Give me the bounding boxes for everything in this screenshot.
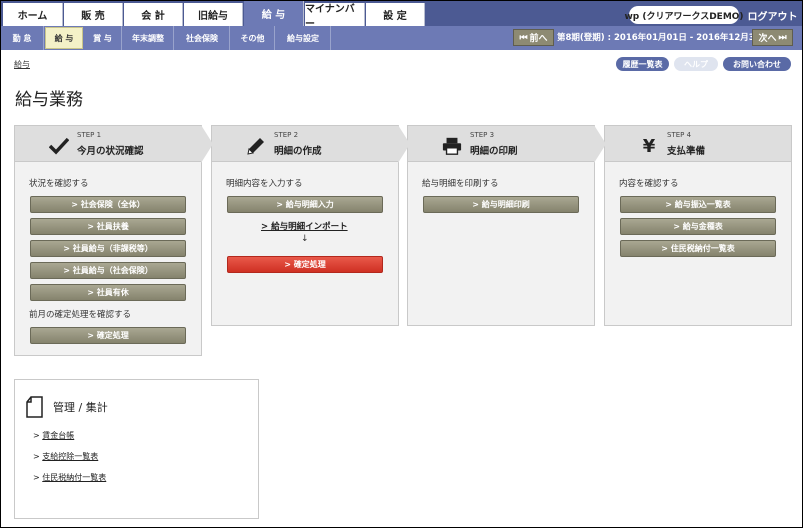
step-arrow	[201, 125, 213, 163]
subtab-year-end[interactable]: 年末調整	[123, 26, 174, 50]
salary-denomination-button[interactable]: > 給与金種表	[620, 218, 776, 235]
link-prefix: >	[33, 452, 43, 461]
step-title: 支払準備	[667, 146, 706, 157]
logout-link[interactable]: ログアウト	[745, 5, 800, 25]
subtab-other[interactable]: その他	[231, 26, 275, 50]
tab-home[interactable]: ホーム	[3, 3, 63, 26]
step-header: STEP 3 明細の印刷	[408, 125, 606, 163]
step-title: 明細の印刷	[470, 146, 518, 157]
prev-label: 前へ	[529, 34, 548, 44]
pencil-icon	[246, 136, 266, 156]
subtab-payroll[interactable]: 給 与	[45, 27, 83, 49]
step-number: STEP 3	[470, 131, 495, 139]
tab-sales[interactable]: 販 売	[64, 3, 123, 26]
contact-button[interactable]: お問い合わせ	[723, 57, 791, 71]
link-prefix: >	[33, 473, 43, 482]
confirm-process-button[interactable]: > 確定処理	[227, 256, 383, 273]
step-arrow	[594, 125, 606, 163]
step-title: 今月の状況確認	[77, 146, 144, 157]
yen-icon: ¥	[642, 135, 656, 157]
tab-settings[interactable]: 設 定	[366, 3, 425, 26]
step-number: STEP 1	[77, 131, 102, 139]
step-description: 明細内容を入力する	[226, 179, 303, 189]
down-arrow-icon: ↓	[301, 234, 309, 244]
tab-accounting[interactable]: 会 計	[124, 3, 183, 26]
link-label: 賃金台帳	[42, 431, 75, 440]
sub-nav: 勤 怠 給 与 賞 与 年末調整 社会保険 その他 給与設定 ⏮ 前へ 第8期(…	[1, 26, 802, 50]
payslip-import-link[interactable]: > 給与明細インポート	[261, 220, 348, 232]
subtab-social-insurance[interactable]: 社会保険	[175, 26, 230, 50]
step-description: 内容を確認する	[619, 179, 679, 189]
subtab-attendance[interactable]: 勤 怠	[1, 26, 44, 50]
employee-salary-tax-exempt-button[interactable]: > 社員給与（非課税等）	[30, 240, 186, 257]
step-card-4: ¥ STEP 4 支払準備 内容を確認する > 給与振込一覧表 > 給与金種表 …	[604, 125, 792, 326]
employee-paid-leave-button[interactable]: > 社員有休	[30, 284, 186, 301]
step-card-3: STEP 3 明細の印刷 給与明細を印刷する > 給与明細印刷	[407, 125, 606, 326]
next-label: 次へ	[758, 34, 777, 44]
tab-mynumber[interactable]: マイナンバー	[305, 3, 365, 30]
step-description: 状況を確認する	[29, 179, 89, 189]
top-nav: ホーム 販 売 会 計 旧給与 給 与 マイナンバー 設 定 wp (クリアワー…	[1, 1, 802, 30]
check-icon	[49, 136, 69, 156]
step-card-1: STEP 1 今月の状況確認 状況を確認する > 社会保険（全体） > 社員扶養…	[14, 125, 213, 356]
employee-salary-social-insurance-button[interactable]: > 社員給与（社会保険）	[30, 262, 186, 279]
step-arrow	[398, 125, 410, 163]
management-panel: 管理 / 集計 > 賃金台帳 > 支給控除一覧表 > 住民税納付一覧表	[14, 379, 259, 519]
tab-old-payroll[interactable]: 旧給与	[184, 3, 243, 26]
app-frame: ホーム 販 売 会 計 旧給与 給 与 マイナンバー 設 定 wp (クリアワー…	[0, 0, 803, 528]
link-prefix: >	[33, 431, 43, 440]
wage-ledger-link[interactable]: > 賃金台帳	[33, 430, 74, 441]
fiscal-period: 第8期(登期) : 2016年01月01日 - 2016年12月31日	[557, 33, 770, 43]
subtab-payroll-settings[interactable]: 給与設定	[276, 26, 331, 50]
company-badge[interactable]: wp (クリアワークスDEMO)	[624, 6, 744, 24]
prev-period-button[interactable]: ⏮ 前へ	[513, 29, 554, 46]
step-number: STEP 4	[667, 131, 692, 139]
next-period-button[interactable]: 次へ ⏭	[752, 29, 793, 46]
management-title: 管理 / 集計	[53, 401, 108, 414]
subtab-bonus[interactable]: 賞 与	[84, 26, 122, 50]
printer-icon	[442, 136, 462, 156]
payslip-input-button[interactable]: > 給与明細入力	[227, 196, 383, 213]
prev-month-confirm-button[interactable]: > 確定処理	[30, 327, 186, 344]
step-title: 明細の作成	[274, 146, 322, 157]
breadcrumb[interactable]: 給与	[14, 59, 30, 70]
tab-payroll[interactable]: 給 与	[244, 1, 304, 26]
document-icon	[26, 396, 43, 418]
step-header: ¥ STEP 4 支払準備	[605, 126, 791, 162]
help-button[interactable]: ヘルプ	[674, 57, 718, 71]
salary-transfer-list-button[interactable]: > 給与振込一覧表	[620, 196, 776, 213]
payslip-print-button[interactable]: > 給与明細印刷	[423, 196, 579, 213]
step-card-2: STEP 2 明細の作成 明細内容を入力する > 給与明細入力 > 給与明細イン…	[211, 125, 410, 326]
page-title: 給与業務	[15, 90, 83, 110]
employee-dependents-button[interactable]: > 社員扶養	[30, 218, 186, 235]
social-insurance-all-button[interactable]: > 社会保険（全体）	[30, 196, 186, 213]
payment-deduction-list-link[interactable]: > 支給控除一覧表	[33, 451, 98, 462]
resident-tax-list-button[interactable]: > 住民税納付一覧表	[620, 240, 776, 257]
step-description: 給与明細を印刷する	[422, 179, 499, 189]
step-description-2: 前月の確定処理を確認する	[29, 310, 132, 320]
history-button[interactable]: 履歴一覧表	[616, 57, 669, 71]
step-header: STEP 1 今月の状況確認	[15, 125, 213, 163]
skip-forward-icon: ⏭	[778, 32, 787, 43]
resident-tax-payment-link[interactable]: > 住民税納付一覧表	[33, 472, 106, 483]
step-number: STEP 2	[274, 131, 299, 139]
step-header: STEP 2 明細の作成	[212, 125, 410, 163]
link-label: 住民税納付一覧表	[42, 473, 107, 482]
link-label: 支給控除一覧表	[42, 452, 99, 461]
skip-back-icon: ⏮	[519, 32, 528, 43]
